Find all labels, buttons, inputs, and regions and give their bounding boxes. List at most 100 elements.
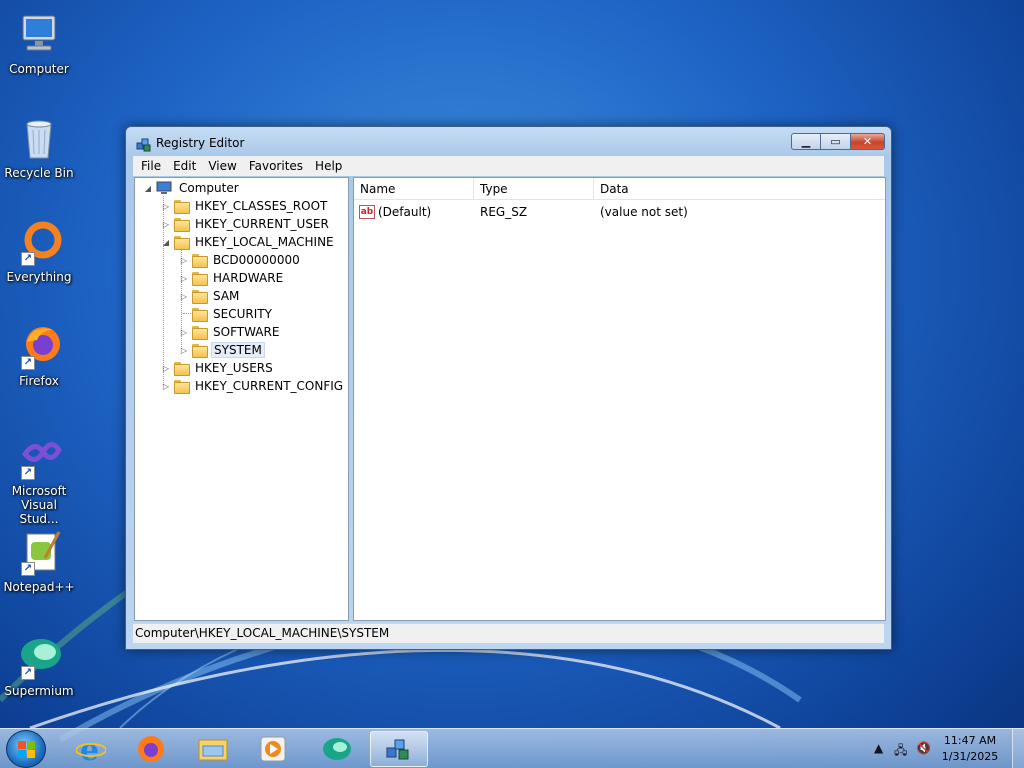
shortcut-arrow-icon: ↗ — [21, 466, 35, 480]
tree-node-system[interactable]: ▷ SYSTEM — [179, 341, 265, 359]
expand-icon[interactable]: ▷ — [179, 292, 189, 301]
values-list[interactable]: Name Type Data ab (Default) REG_SZ (valu… — [353, 177, 886, 621]
taskbar-registry-editor[interactable] — [370, 731, 428, 767]
notepadpp-icon: ↗ — [15, 528, 63, 576]
firefox-icon — [138, 736, 164, 762]
desktop-icon-computer[interactable]: Computer — [4, 4, 74, 94]
taskbar-internet-explorer[interactable]: e — [62, 731, 120, 767]
tree-node-hkey-users[interactable]: ▷ HKEY_USERS — [161, 359, 275, 377]
folder-icon — [191, 271, 208, 286]
expand-icon[interactable]: ▷ — [161, 202, 171, 211]
tree-node-hkey-local-machine[interactable]: ◢ HKEY_LOCAL_MACHINE — [161, 233, 336, 251]
system-tray: ▲ 🖧 🔇 11:47 AM 1/31/2025 — [864, 729, 1024, 768]
shortcut-arrow-icon: ↗ — [21, 356, 35, 370]
tree-node-hkey-current-user[interactable]: ▷ HKEY_CURRENT_USER — [161, 215, 331, 233]
collapse-icon[interactable]: ◢ — [143, 184, 153, 193]
registry-tree[interactable]: ◢ Computer ▷ HKEY_CLASSES_ROOT ▷ HKEY_CU… — [134, 177, 349, 621]
tree-node-software[interactable]: ▷ SOFTWARE — [179, 323, 281, 341]
start-button[interactable] — [6, 730, 46, 768]
svg-text:e: e — [80, 734, 99, 764]
column-header-name[interactable]: Name — [354, 178, 474, 200]
menu-edit[interactable]: Edit — [167, 159, 202, 173]
internet-explorer-icon: e — [76, 734, 106, 764]
show-desktop-button[interactable] — [1012, 729, 1024, 768]
registry-editor-window[interactable]: Registry Editor ▁ ▭ ✕ File Edit View Fav… — [125, 126, 892, 650]
desktop-icon-recycle-bin[interactable]: Recycle Bin — [4, 108, 74, 198]
desktop-icon-visual-studio[interactable]: ↗ Microsoft Visual Stud... — [4, 426, 74, 526]
minimize-button[interactable]: ▁ — [791, 133, 821, 150]
visual-studio-icon: ↗ — [15, 432, 63, 480]
expand-icon[interactable]: ▷ — [179, 328, 189, 337]
expand-icon[interactable]: ▷ — [161, 382, 171, 391]
tree-node-computer[interactable]: ◢ Computer — [143, 179, 241, 197]
tree-node-hardware[interactable]: ▷ HARDWARE — [179, 269, 285, 287]
tree-node-hkey-current-config[interactable]: ▷ HKEY_CURRENT_CONFIG — [161, 377, 345, 395]
menu-favorites[interactable]: Favorites — [243, 159, 309, 173]
desktop-icon-label: Everything — [6, 270, 72, 284]
registry-editor-icon — [136, 138, 151, 152]
shortcut-arrow-icon: ↗ — [21, 252, 35, 266]
desktop-icon-firefox[interactable]: ↗ Firefox — [4, 316, 74, 406]
string-value-icon: ab — [359, 205, 375, 219]
folder-icon — [191, 289, 208, 304]
expand-icon[interactable]: ▷ — [161, 220, 171, 229]
taskbar-file-explorer[interactable] — [184, 731, 242, 767]
menu-view[interactable]: View — [202, 159, 242, 173]
desktop-icon-label: Microsoft Visual Stud... — [11, 484, 67, 526]
tree-node-sam[interactable]: ▷ SAM — [179, 287, 241, 305]
taskbar-media-player[interactable] — [244, 731, 302, 767]
desktop-icon-label: Supermium — [4, 684, 74, 698]
media-player-icon — [260, 736, 286, 762]
menu-help[interactable]: Help — [309, 159, 348, 173]
value-name: (Default) — [378, 205, 432, 219]
expand-icon[interactable]: ▷ — [161, 364, 171, 373]
maximize-icon: ▭ — [830, 135, 841, 148]
folder-icon — [173, 379, 190, 394]
tree-node-bcd00000000[interactable]: ▷ BCD00000000 — [179, 251, 302, 269]
computer-icon — [156, 181, 172, 194]
collapse-icon[interactable]: ◢ — [161, 238, 171, 247]
close-button[interactable]: ✕ — [851, 133, 885, 150]
tree-node-security[interactable]: SECURITY — [179, 305, 274, 323]
value-type: REG_SZ — [480, 205, 528, 219]
clock[interactable]: 11:47 AM 1/31/2025 — [940, 733, 1000, 765]
menu-file[interactable]: File — [135, 159, 167, 173]
menu-bar: File Edit View Favorites Help — [133, 156, 884, 176]
show-hidden-icons-icon[interactable]: ▲ — [874, 741, 883, 755]
tree-node-hkey-classes-root[interactable]: ▷ HKEY_CLASSES_ROOT — [161, 197, 329, 215]
folder-icon — [173, 361, 190, 376]
column-header-type[interactable]: Type — [474, 178, 594, 200]
file-explorer-icon — [198, 739, 228, 761]
everything-icon: ↗ — [15, 218, 63, 266]
column-header-data[interactable]: Data — [594, 178, 884, 200]
folder-icon — [191, 325, 208, 340]
clock-date: 1/31/2025 — [941, 750, 999, 763]
supermium-icon — [323, 738, 351, 760]
clock-time: 11:47 AM — [943, 734, 997, 747]
folder-icon — [191, 307, 208, 322]
volume-muted-icon[interactable]: 🔇 — [916, 741, 931, 755]
desktop-icon-everything[interactable]: ↗ Everything — [4, 212, 74, 302]
expand-icon[interactable]: ▷ — [179, 256, 189, 265]
folder-icon — [191, 253, 208, 268]
shortcut-arrow-icon: ↗ — [21, 562, 35, 576]
list-item[interactable]: ab (Default) REG_SZ (value not set) — [354, 202, 884, 222]
maximize-button[interactable]: ▭ — [821, 133, 851, 150]
recycle-bin-icon — [15, 114, 63, 162]
taskbar-supermium[interactable] — [308, 731, 366, 767]
taskbar-firefox[interactable] — [122, 731, 180, 767]
expand-icon[interactable]: ▷ — [179, 346, 189, 355]
windows-logo-icon — [18, 741, 36, 759]
desktop-icon-label: Computer — [9, 62, 69, 76]
expand-icon[interactable]: ▷ — [179, 274, 189, 283]
status-bar: Computer\HKEY_LOCAL_MACHINE\SYSTEM — [133, 623, 884, 643]
desktop-icon-notepadpp[interactable]: ↗ Notepad++ — [3, 522, 75, 612]
desktop-icon-label: Recycle Bin — [4, 166, 74, 180]
shortcut-arrow-icon: ↗ — [21, 666, 35, 680]
title-bar[interactable]: Registry Editor ▁ ▭ ✕ — [126, 127, 891, 157]
taskbar: e ▲ 🖧 🔇 11:47 AM 1/31/2025 — [0, 728, 1024, 768]
computer-icon — [15, 10, 63, 58]
desktop-icon-supermium[interactable]: ↗ Supermium — [4, 626, 74, 716]
network-icon[interactable]: 🖧 — [894, 741, 907, 762]
firefox-icon: ↗ — [15, 322, 63, 370]
